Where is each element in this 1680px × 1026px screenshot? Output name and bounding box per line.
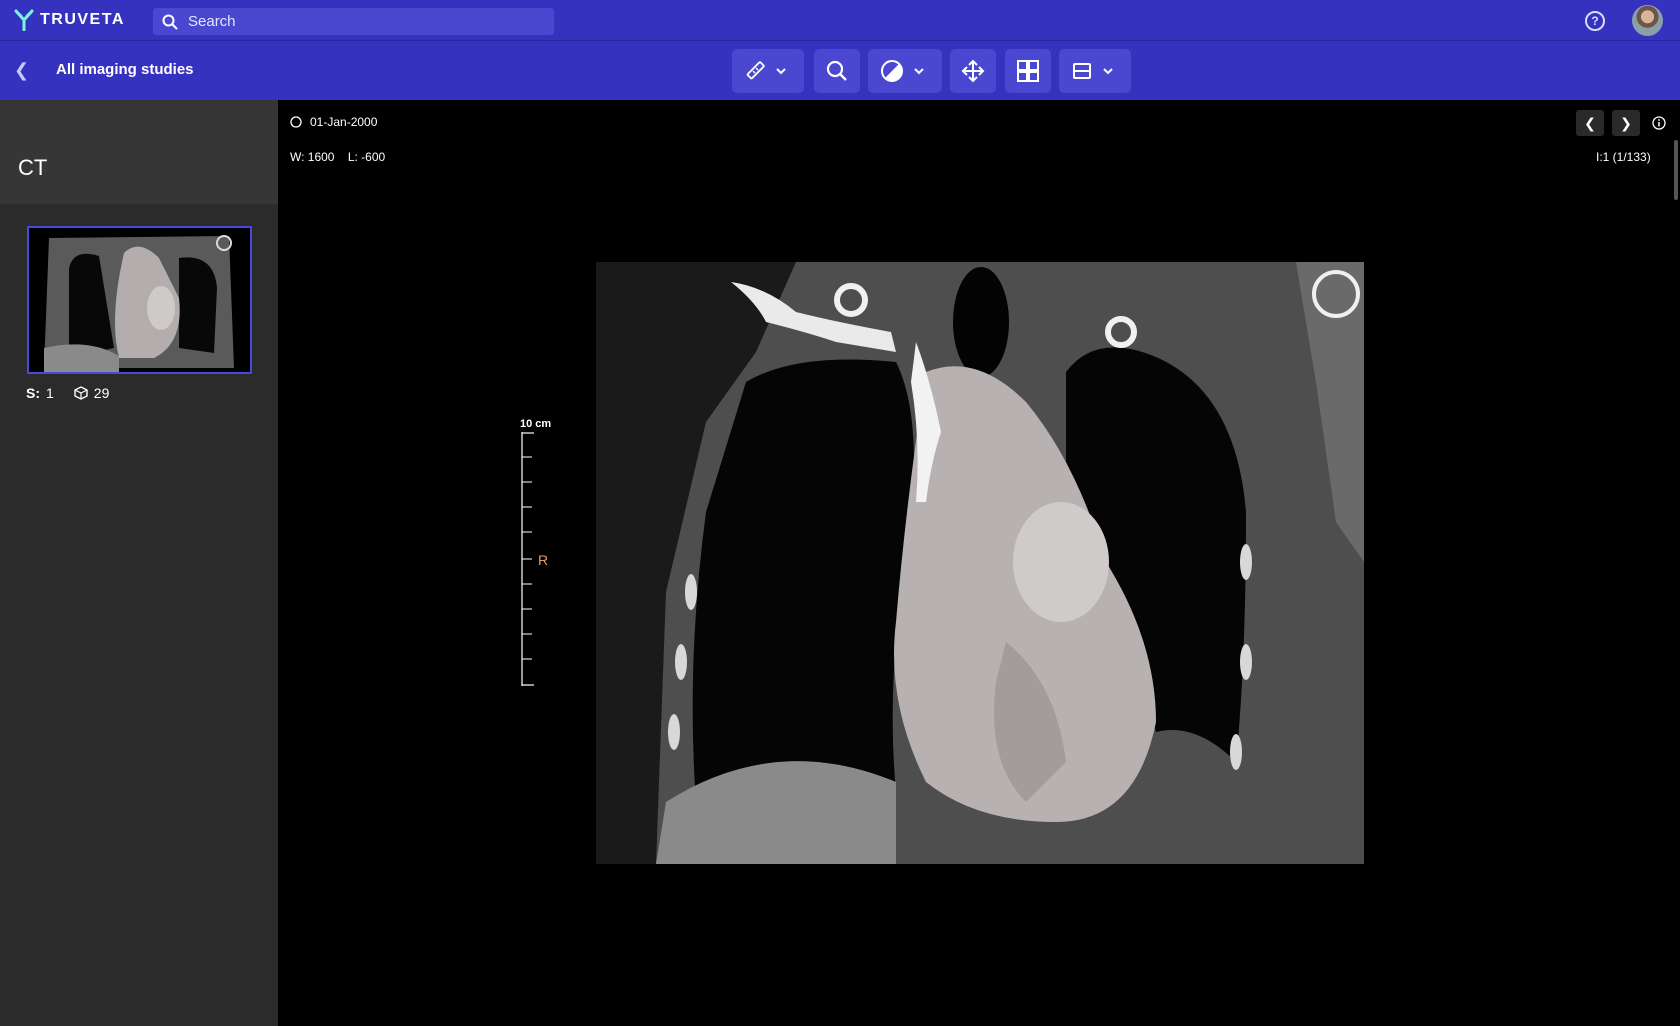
layout-tool-button[interactable] <box>1005 49 1051 93</box>
image-viewport[interactable]: 01-Jan-2000 W: 1600 L: -600 ❮ ❯ I:1 (1/1… <box>278 100 1680 1026</box>
contrast-icon <box>881 60 903 82</box>
truveta-logo-icon <box>14 9 34 31</box>
window-value: W: 1600 <box>290 150 335 164</box>
pan-tool-button[interactable] <box>950 49 996 93</box>
zoom-tool-button[interactable] <box>814 49 860 93</box>
series-label: S: <box>26 385 40 401</box>
search-input[interactable] <box>188 13 528 30</box>
brand-name: TRUVETA <box>40 11 125 28</box>
chevron-left-icon[interactable]: ❮ <box>14 60 29 81</box>
search-box[interactable] <box>153 8 554 35</box>
image-count: 29 <box>93 385 110 401</box>
layout-rows-icon <box>1073 63 1091 79</box>
circle-icon <box>290 116 302 128</box>
series-thumbnail[interactable] <box>27 226 252 374</box>
prev-image-button[interactable]: ❮ <box>1576 110 1604 136</box>
back-to-studies-link[interactable]: All imaging studies <box>56 61 194 78</box>
chevron-down-icon[interactable] <box>1101 64 1115 78</box>
sidebar-header: CT <box>0 100 278 204</box>
stack-icon <box>74 386 88 400</box>
top-bar: TRUVETA ? <box>0 0 1680 41</box>
scale-ruler <box>521 432 534 686</box>
viewer-toolbar: ❮ All imaging studies <box>0 41 1680 100</box>
series-sidebar: CT S: 1 29 <box>0 100 278 1026</box>
hanging-protocol-button[interactable] <box>1059 49 1131 93</box>
scale-label: 10 cm <box>520 418 552 430</box>
search-icon <box>162 14 178 30</box>
series-meta: S: 1 29 <box>26 385 109 401</box>
truveta-logo[interactable]: TRUVETA <box>14 9 125 31</box>
user-avatar[interactable] <box>1632 5 1663 36</box>
measure-tool-button[interactable] <box>732 49 804 93</box>
window-level-overlay: W: 1600 L: -600 <box>290 150 385 164</box>
modality-label: CT <box>18 155 48 180</box>
image-index: I:1 (1/133) <box>1596 150 1651 164</box>
chevron-down-icon[interactable] <box>774 64 788 78</box>
zoom-icon <box>826 60 847 81</box>
study-date-overlay: 01-Jan-2000 <box>290 115 377 129</box>
move-icon <box>961 59 985 83</box>
ct-coronal-image <box>596 262 1364 864</box>
orientation-marker: R <box>538 552 549 568</box>
next-image-button[interactable]: ❯ <box>1612 110 1640 136</box>
window-level-tool-button[interactable] <box>868 49 942 93</box>
series-number: 1 <box>46 385 54 401</box>
study-date: 01-Jan-2000 <box>310 115 378 129</box>
chevron-down-icon[interactable] <box>912 64 926 78</box>
ct-thumbnail-image <box>29 228 250 372</box>
layout-grid-icon <box>1017 60 1039 82</box>
level-value: L: -600 <box>347 150 386 164</box>
question-circle-icon[interactable]: ? <box>1585 11 1605 31</box>
info-icon[interactable] <box>1652 116 1666 130</box>
viewer-scrollbar[interactable] <box>1674 140 1678 200</box>
ruler-icon <box>746 61 765 80</box>
